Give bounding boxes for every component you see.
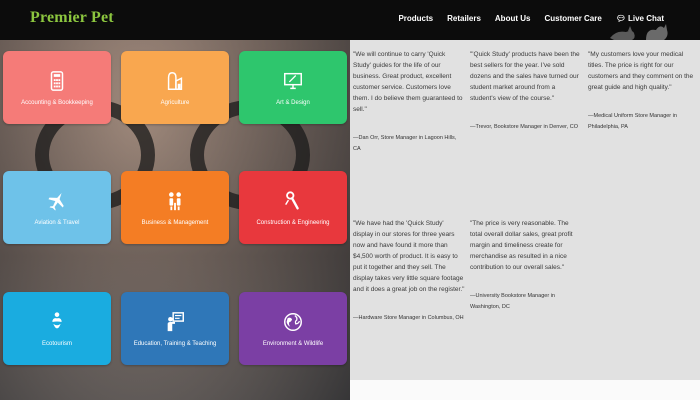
tile-construction[interactable]: Construction & Engineering	[239, 171, 347, 244]
tile-business[interactable]: Business & Management	[121, 171, 229, 244]
nav-about-us[interactable]: About Us	[495, 14, 531, 23]
tile-agriculture[interactable]: Agriculture	[121, 51, 229, 124]
tile-accounting[interactable]: Accounting & Bookkeeping	[3, 51, 111, 124]
testimonial-quote: "The price is very reasonable. The total…	[470, 220, 573, 271]
testimonial: "We will continue to carry 'Quick Study'…	[353, 49, 463, 155]
site-logo[interactable]: Premier Pet	[30, 9, 114, 27]
tile-label: Art & Design	[276, 99, 310, 106]
testimonial-attribution: —Trevor, Bookstore Manager in Denver, CO	[470, 124, 579, 130]
calculator-icon	[50, 70, 64, 91]
category-panel: Accounting & Bookkeeping Agriculture Art…	[0, 40, 350, 400]
teacher-icon	[167, 311, 184, 331]
testimonial-attribution: —Medical Uniform Store Manager in Philad…	[588, 113, 677, 130]
testimonial: "We have had the 'Quick Study' display i…	[353, 218, 465, 324]
tile-aviation[interactable]: Aviation & Travel	[3, 171, 111, 244]
wrench-icon	[285, 190, 299, 210]
testimonials-panel: "We will continue to carry 'Quick Study'…	[350, 40, 700, 380]
tile-label: Construction & Engineering	[256, 219, 330, 226]
tile-label: Agriculture	[160, 99, 190, 106]
testimonial-quote: "We have had the 'Quick Study' display i…	[353, 220, 465, 293]
tile-label: Aviation & Travel	[34, 219, 80, 226]
tile-label: Ecotourism	[41, 340, 72, 347]
testimonial: "'Quick Study' products have been the be…	[470, 49, 580, 133]
testimonial-quote: "'Quick Study' products have been the be…	[470, 51, 580, 102]
tile-label: Accounting & Bookkeeping	[21, 99, 93, 106]
tile-ecotourism[interactable]: Ecotourism	[3, 292, 111, 365]
nav-retailers[interactable]: Retailers	[447, 14, 481, 23]
logo-text: Premier Pet	[30, 9, 114, 26]
testimonial-attribution: —Dan Orr, Store Manager in Lagoon Hills,…	[353, 135, 457, 152]
airplane-icon	[48, 192, 64, 211]
leaf-person-icon	[52, 311, 62, 328]
globe-icon	[284, 312, 302, 331]
tile-label: Education, Training & Teaching	[133, 340, 217, 347]
business-people-icon	[169, 191, 181, 210]
testimonial-quote: "My customers love your medical titles. …	[588, 51, 694, 91]
tile-environment[interactable]: Environment & Wildlife	[239, 292, 347, 365]
tile-label: Business & Management	[141, 219, 209, 226]
monitor-icon	[284, 72, 302, 89]
nav-customer-care[interactable]: Customer Care	[544, 14, 601, 23]
tile-art-design[interactable]: Art & Design	[239, 51, 347, 124]
silo-icon	[167, 71, 183, 90]
testimonial-attribution: —Hardware Store Manager in Columbus, OH	[353, 315, 464, 321]
page-footer-strip	[350, 380, 700, 400]
testimonial-quote: "We will continue to carry 'Quick Study'…	[353, 51, 463, 113]
testimonial: "My customers love your medical titles. …	[588, 49, 698, 133]
testimonial: "The price is very reasonable. The total…	[470, 218, 580, 313]
site-header: Premier Pet Products Retailers About Us …	[0, 0, 700, 40]
tile-education[interactable]: Education, Training & Teaching	[121, 292, 229, 365]
nav-products[interactable]: Products	[398, 14, 433, 23]
tile-label: Environment & Wildlife	[262, 340, 324, 347]
testimonial-attribution: —University Bookstore Manager in Washing…	[470, 293, 555, 310]
